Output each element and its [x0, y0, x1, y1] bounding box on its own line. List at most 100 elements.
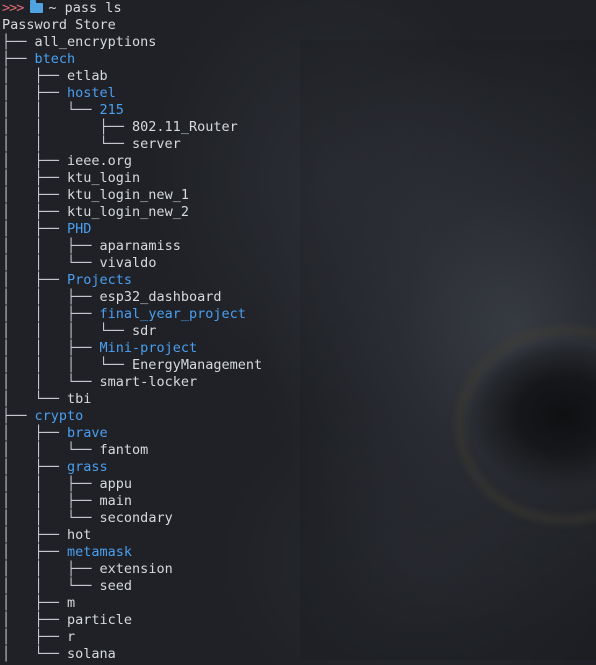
tree-entry: │ │ └── vivaldo [2, 255, 596, 272]
tree-entry-name: extension [99, 561, 173, 577]
tree-branch: │ ├── [2, 425, 68, 441]
tree-entry: │ ├── grass [2, 459, 596, 476]
folder-icon [30, 0, 44, 13]
tree-entry-name: aparnamiss [99, 238, 181, 254]
tree-branch: │ ├── [2, 68, 68, 84]
tree-entry: │ ├── hot [2, 527, 596, 544]
tree-entry-name: sdr [132, 323, 157, 339]
store-header: Password Store [2, 17, 116, 33]
tree-entry: │ │ └── 215 [2, 102, 596, 119]
tree-entry: │ ├── ktu_login_new_1 [2, 187, 596, 204]
tree-entry-name: EnergyManagement [132, 357, 263, 373]
tree-entry: ├── btech [2, 51, 596, 68]
tree-entry-name: tbi [67, 391, 92, 407]
tree-branch: │ │ ├── [2, 340, 100, 356]
tree-branch: │ │ ├── [2, 476, 100, 492]
terminal-window[interactable]: >>> ~ pass ls Password Store ├── all_encr… [0, 0, 596, 665]
tree-branch: │ ├── [2, 170, 68, 186]
tree-branch: │ ├── [2, 204, 68, 220]
tree-directory-name: PHD [67, 221, 92, 237]
tree-entry: │ │ ├── appu [2, 476, 596, 493]
tree-branch: │ ├── [2, 527, 68, 543]
tree-branch: │ ├── [2, 85, 68, 101]
tree-entry: │ │ ├── esp32_dashboard [2, 289, 596, 306]
tree-directory-name: brave [67, 425, 108, 441]
tree-entry: │ ├── ktu_login_new_2 [2, 204, 596, 221]
tree-branch: │ │ └── [2, 136, 133, 152]
tree-entry: │ ├── m [2, 595, 596, 612]
tree-entry: │ │ └── fantom [2, 442, 596, 459]
tree-entry-name: ieee.org [67, 153, 133, 169]
tree-entry-name: smart-locker [99, 374, 198, 390]
tree-entry-name: fantom [99, 442, 149, 458]
tree-branch: │ ├── [2, 221, 68, 237]
tree-branch: │ │ └── [2, 374, 100, 390]
tree-entry: │ ├── hostel [2, 85, 596, 102]
tree-branch: │ ├── [2, 595, 68, 611]
tree-entry-name: etlab [67, 68, 108, 84]
tree-branch: │ │ ├── [2, 561, 100, 577]
prompt-path: ~ [48, 0, 57, 16]
tree-entry-name: ktu_login_new_2 [67, 204, 189, 220]
password-tree: ├── all_encryptions ├── btech │ ├── etlab │… [2, 34, 596, 663]
tree-branch: │ │ └── [2, 442, 100, 458]
tree-entry: │ │ └── secondary [2, 510, 596, 527]
tree-directory-name: crypto [34, 408, 84, 424]
tree-entry: │ │ │ └── sdr [2, 323, 596, 340]
tree-entry: │ │ └── seed [2, 578, 596, 595]
tree-branch: │ │ ├── [2, 493, 100, 509]
tree-entry: │ │ ├── main [2, 493, 596, 510]
tree-entry: │ │ └── smart-locker [2, 374, 596, 391]
tree-entry: │ │ └── server [2, 136, 596, 153]
tree-branch: ├── [2, 34, 35, 50]
tree-branch: │ │ ├── [2, 289, 100, 305]
tree-branch: │ ├── [2, 153, 68, 169]
tree-branch: │ ├── [2, 629, 68, 645]
tree-entry: │ ├── metamask [2, 544, 596, 561]
tree-branch: │ │ ├── [2, 119, 133, 135]
tree-branch: │ │ │ └── [2, 357, 133, 373]
tree-entry-name: solana [67, 646, 116, 662]
tree-entry: │ │ ├── final_year_project [2, 306, 596, 323]
tree-branch: ├── [2, 51, 35, 67]
tree-entry: │ │ │ └── EnergyManagement [2, 357, 596, 374]
tree-entry-name: particle [67, 612, 133, 628]
tree-entry: │ ├── particle [2, 612, 596, 629]
tree-entry: ├── all_encryptions [2, 34, 596, 51]
tree-branch: │ │ └── [2, 102, 100, 118]
tree-entry-name: 802.11_Router [132, 119, 238, 135]
tree-branch: │ │ ├── [2, 306, 100, 322]
tree-entry: │ ├── brave [2, 425, 596, 442]
tree-entry-name: esp32_dashboard [99, 289, 222, 305]
tree-directory-name: hostel [67, 85, 116, 101]
tree-directory-name: final_year_project [99, 306, 246, 322]
prompt-line: >>> ~ pass ls [2, 0, 596, 17]
tree-branch: │ │ ├── [2, 238, 100, 254]
tree-entry: │ ├── r [2, 629, 596, 646]
tree-directory-name: Projects [67, 272, 133, 288]
tree-branch: │ ├── [2, 272, 68, 288]
tree-branch: │ ├── [2, 459, 68, 475]
tree-directory-name: metamask [67, 544, 133, 560]
tree-branch: │ │ └── [2, 510, 100, 526]
tree-branch: │ ├── [2, 612, 68, 628]
tree-entry-name: all_encryptions [34, 34, 157, 50]
tree-branch: │ └── [2, 391, 68, 407]
tree-entry-name: ktu_login_new_1 [67, 187, 189, 203]
tree-branch: ├── [2, 408, 35, 424]
tree-directory-name: btech [34, 51, 76, 67]
tree-entry: │ └── tbi [2, 391, 596, 408]
tree-branch: │ ├── [2, 544, 68, 560]
tree-entry: │ └── solana [2, 646, 596, 663]
tree-entry-name: seed [99, 578, 133, 594]
tree-entry: │ │ ├── extension [2, 561, 596, 578]
tree-entry-name: main [99, 493, 133, 509]
tree-entry-name: appu [99, 476, 133, 492]
tree-entry: │ ├── PHD [2, 221, 596, 238]
tree-entry-name: secondary [99, 510, 173, 526]
tree-entry-name: hot [67, 527, 92, 543]
tree-entry: │ ├── ieee.org [2, 153, 596, 170]
tree-directory-name: grass [67, 459, 108, 475]
tree-entry-name: m [67, 595, 76, 611]
tree-entry-name: ktu_login [67, 170, 141, 186]
